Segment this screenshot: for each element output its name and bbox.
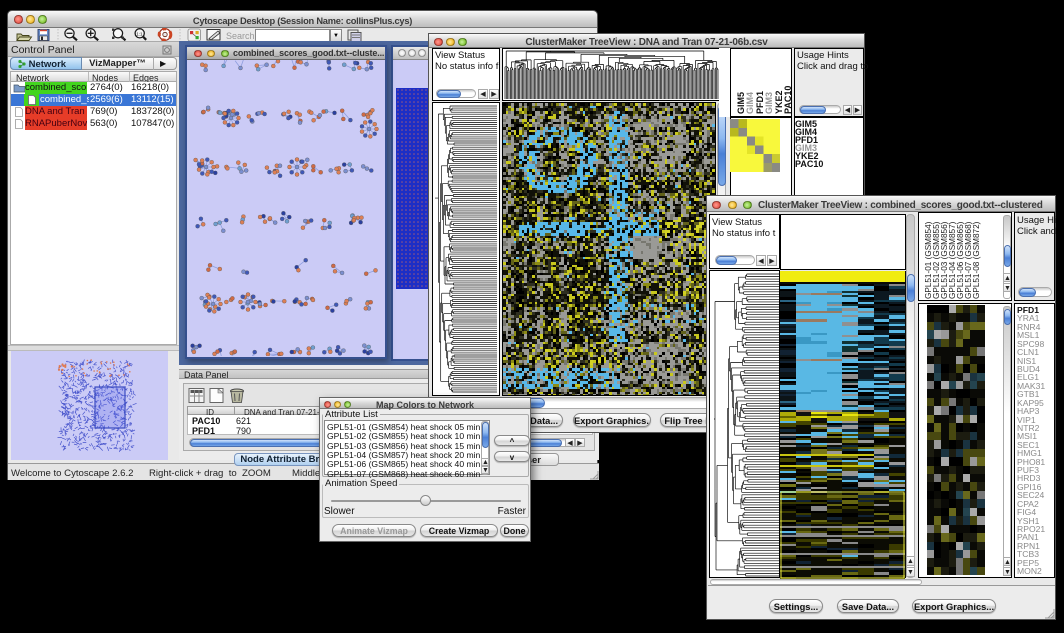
svg-text:GIM4: GIM4	[745, 92, 755, 114]
svg-text:1:1: 1:1	[136, 32, 143, 37]
svg-text:GPL51-08 (GSM872): GPL51-08 (GSM872)	[972, 221, 981, 299]
svg-text:GIM3: GIM3	[764, 92, 774, 114]
svg-text:PAC10: PAC10	[783, 86, 791, 114]
